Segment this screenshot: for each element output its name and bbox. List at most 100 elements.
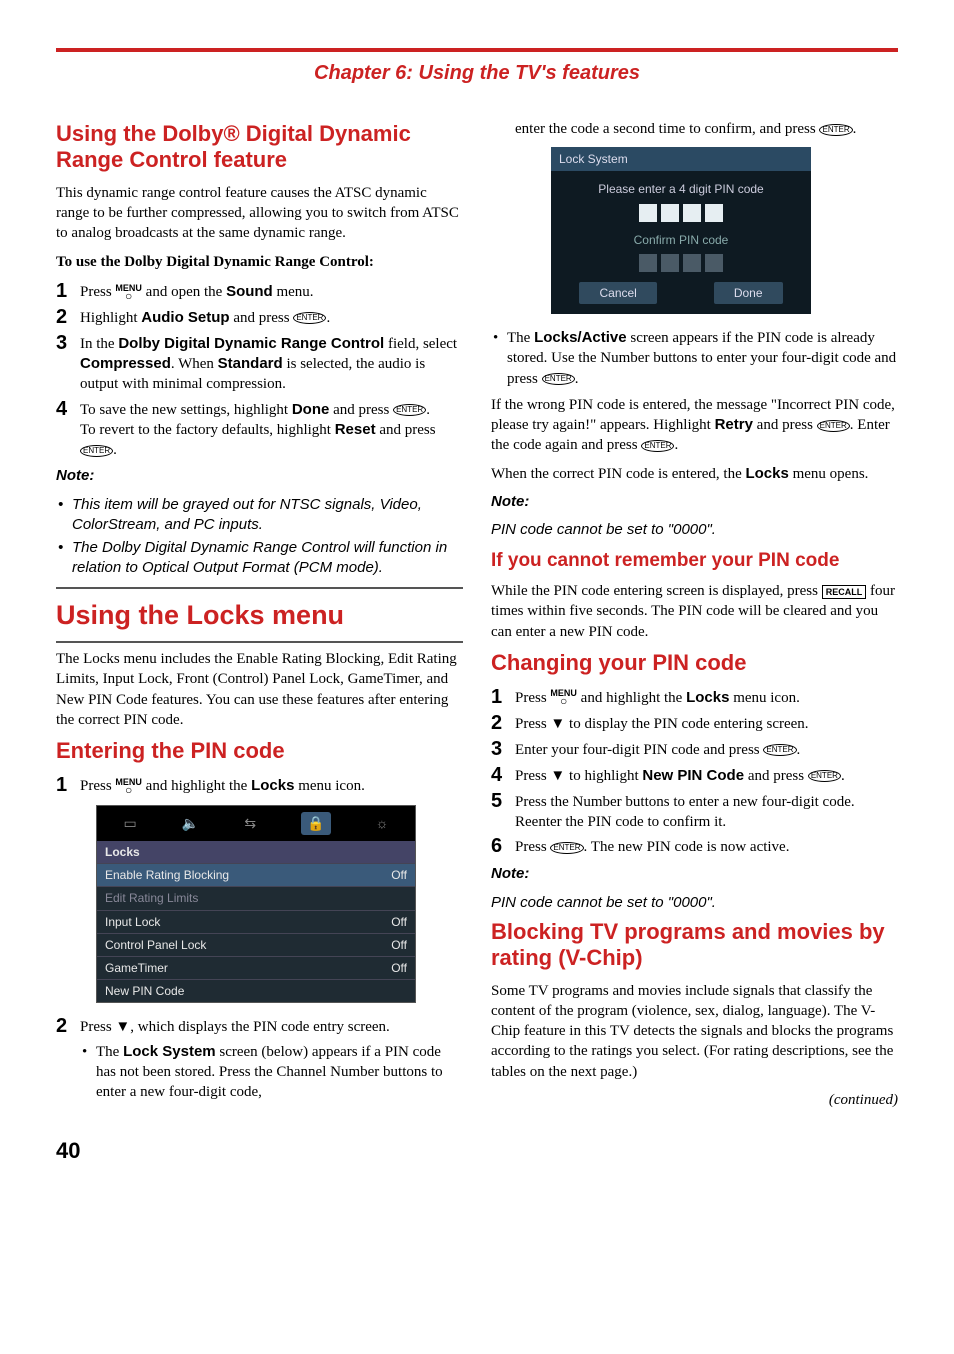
step-number: 2 [491,712,515,735]
text: to display the PIN code entering screen. [565,716,808,732]
step-body: Highlight Audio Setup and press ENTER. [80,306,463,329]
note-heading: Note: [491,864,898,884]
heading-enter-pin: Entering the PIN code [56,738,463,764]
heading-vchip: Blocking TV programs and movies by ratin… [491,919,898,971]
correct-pin-text: When the correct PIN code is entered, th… [491,464,898,484]
text: Enter your four-digit PIN code and press [515,742,763,758]
pin-confirm-boxes [551,254,811,272]
row-value: Off [391,937,407,953]
enter-icon: ENTER [641,440,674,452]
dolby-step-2: 2 Highlight Audio Setup and press ENTER. [56,306,463,329]
enter-icon: ENTER [817,420,850,432]
chapter-title: Chapter 6: Using the TV's features [56,60,898,87]
sub-bullets: The Lock System screen (below) appears i… [80,1042,463,1103]
change-pin-step-1: 1 Press MENU○ and highlight the Locks me… [491,686,898,709]
text: . The new PIN code is now active. [584,839,790,855]
text: and press [329,402,393,418]
step-number: 1 [56,774,80,797]
page-number: 40 [56,1136,898,1166]
step-body: Press ▼, which displays the PIN code ent… [80,1015,463,1108]
dolby-step-1: 1 Press MENU○ and open the Sound menu. [56,280,463,303]
enter-icon: ENTER [80,445,113,457]
menu-icon: MENU○ [115,284,142,302]
two-column-layout: Using the Dolby® Digital Dynamic Range C… [56,115,898,1118]
step-body: Press ▼ to highlight New PIN Code and pr… [515,764,898,787]
recall-icon: RECALL [822,585,867,599]
enter-icon: ENTER [808,770,841,782]
rule [56,641,463,643]
lock-system-label: Lock System [123,1043,216,1060]
picture-icon: ▭ [124,814,137,833]
lock-system-dialog: Lock System Please enter a 4 digit PIN c… [551,147,811,314]
text: menu icon. [294,778,364,794]
text: In the [80,336,118,352]
locks-row: Input Lock Off [97,910,415,933]
step-body: To save the new settings, highlight Done… [80,398,463,461]
locks-label: Locks [686,689,729,706]
step-body: Press MENU○ and highlight the Locks menu… [515,686,898,709]
enter-icon: ENTER [293,312,326,324]
note-body: PIN code cannot be set to "0000". [491,893,898,913]
bullet-item: The Locks/Active screen appears if the P… [491,328,898,389]
row-label: Enable Rating Blocking [105,867,229,883]
locks-label: Locks [745,465,788,482]
text: Press [80,284,115,300]
text: The [507,330,534,346]
text: and highlight the [142,778,251,794]
page: Chapter 6: Using the TV's features Using… [0,0,954,1196]
enter-icon: ENTER [542,373,575,385]
vchip-text: Some TV programs and movies include sign… [491,981,898,1082]
heading-change-pin: Changing your PIN code [491,650,898,676]
ddrc-label: Dolby Digital Dynamic Range Control [118,335,384,352]
row-label: New PIN Code [105,983,184,999]
dialog-buttons: Cancel Done [551,282,811,304]
step-number: 6 [491,835,515,858]
row-value: Off [391,867,407,883]
retry-label: Retry [715,416,753,433]
continued-label: (continued) [491,1090,898,1110]
locks-active-label: Locks/Active [534,329,627,346]
step-number: 2 [56,306,80,329]
wrong-pin-text: If the wrong PIN code is entered, the me… [491,395,898,456]
text: While the PIN code entering screen is di… [491,583,822,599]
dolby-step-3: 3 In the Dolby Digital Dynamic Range Con… [56,332,463,395]
text: enter the code a second time to confirm,… [515,121,819,137]
text: To revert to the factory defaults, highl… [80,422,335,438]
right-column: enter the code a second time to confirm,… [491,115,898,1118]
text: Highlight [80,310,141,326]
done-label: Done [292,401,330,418]
locks-row: Edit Rating Limits [97,886,415,909]
heading-locks-menu: Using the Locks menu [56,597,463,633]
new-pin-code-label: New PIN Code [642,767,744,784]
text: and open the [142,284,226,300]
text: field, select [384,336,457,352]
text: Press [80,778,115,794]
text: Press [80,1019,115,1035]
dolby-intro: This dynamic range control feature cause… [56,183,463,244]
locks-icon: 🔒 [301,812,330,835]
step-body: In the Dolby Digital Dynamic Range Contr… [80,332,463,395]
sound-label: Sound [226,283,273,300]
done-button: Done [714,282,783,304]
step-body: Press MENU○ and open the Sound menu. [80,280,463,303]
text: and highlight the [577,690,686,706]
change-pin-step-6: 6 Press ENTER. The new PIN code is now a… [491,835,898,858]
row-label: Input Lock [105,914,160,930]
step-number: 5 [491,790,515,833]
note-item: The Dolby Digital Dynamic Range Control … [56,538,463,579]
enter-icon: ENTER [819,124,852,136]
row-label: Edit Rating Limits [105,890,198,906]
change-pin-step-4: 4 Press ▼ to highlight New PIN Code and … [491,764,898,787]
text: , which displays the PIN code entry scre… [130,1019,390,1035]
step-number: 4 [56,398,80,461]
row-value: Off [391,914,407,930]
text: . When [171,356,218,372]
enter-icon: ENTER [763,744,796,756]
menu-icon: MENU○ [550,689,577,707]
locks-menu-screenshot: ▭ 🔈 ⇆ 🔒 ☼ Locks Enable Rating BlockingOf… [96,805,416,1003]
step-number: 3 [56,332,80,395]
text: Press [515,716,550,732]
note-heading: Note: [56,466,463,486]
text: menu icon. [729,690,799,706]
text: menu. [273,284,314,300]
